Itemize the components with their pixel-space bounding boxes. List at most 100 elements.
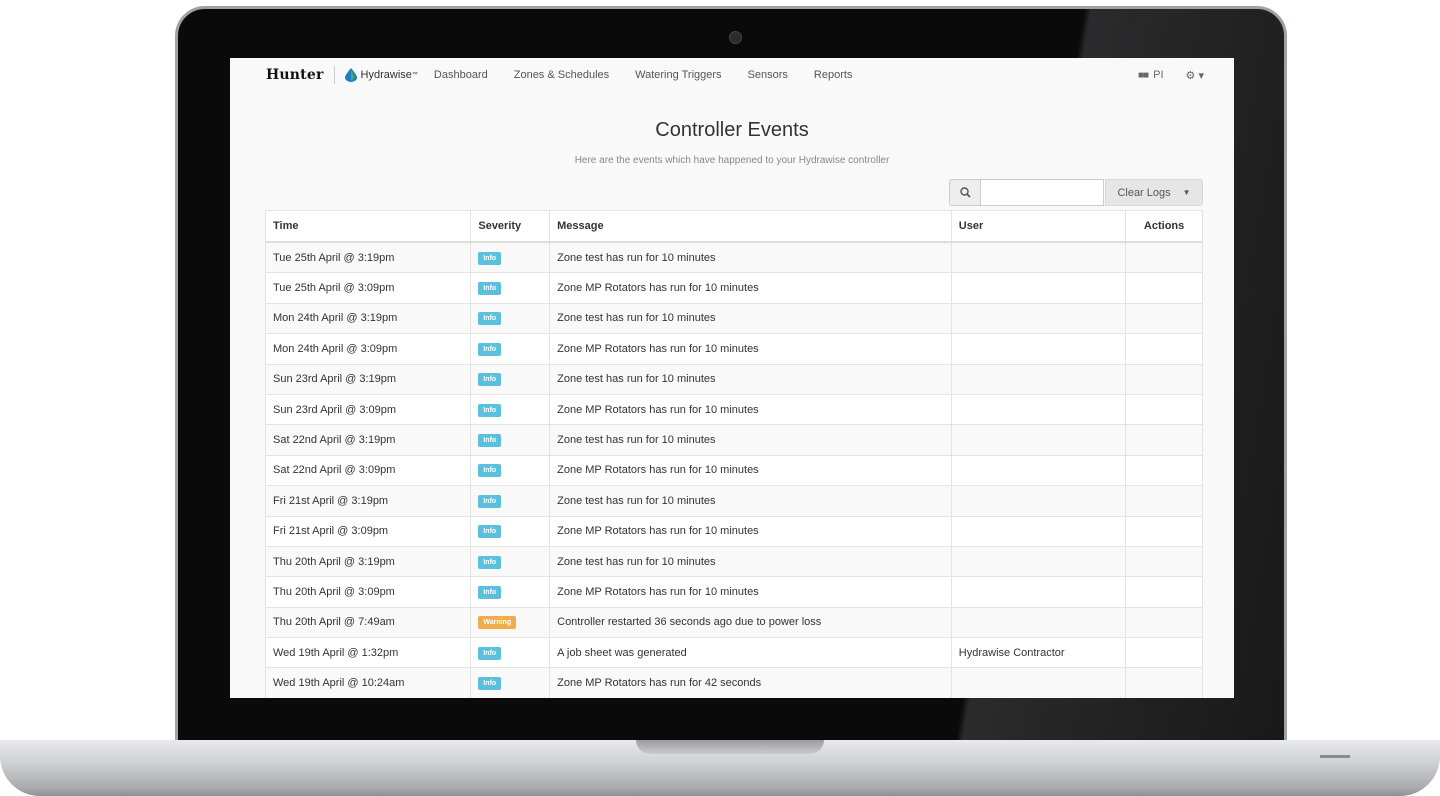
gears-icon: ⚙ — [1185, 69, 1196, 82]
severity-badge: Info — [478, 464, 502, 478]
settings-menu[interactable]: ⚙ ▾ — [1186, 69, 1204, 82]
nav-reports[interactable]: Reports — [814, 69, 853, 81]
cell-severity: Info — [470, 485, 551, 517]
table-row: Thu 20th April @ 3:09pm Info Zone MP Rotat… — [264, 576, 1203, 608]
table-row: Wed 19th April @ 10:24am Info Zone MP Rota… — [264, 667, 1203, 698]
cell-user — [950, 333, 1127, 365]
cell-message: Zone test has run for 10 minutes — [549, 545, 952, 578]
cell-user — [950, 485, 1127, 517]
laptop-notch — [636, 740, 824, 754]
nav-zones-schedules[interactable]: Zones & Schedules — [514, 69, 609, 81]
nav-watering-triggers[interactable]: Watering Triggers — [635, 69, 721, 81]
cell-user — [950, 576, 1127, 608]
cell-message: Zone MP Rotators has run for 10 minutes — [549, 515, 952, 547]
severity-badge: Info — [478, 312, 502, 326]
cell-actions — [1125, 272, 1203, 304]
status-light — [1320, 755, 1350, 758]
cell-severity: Info — [470, 454, 551, 487]
cell-actions — [1125, 241, 1203, 274]
cell-severity: Info — [470, 272, 551, 304]
cell-time: Fri 21st April @ 3:09pm — [264, 515, 472, 547]
header-user[interactable]: User — [950, 210, 1127, 243]
cell-severity: Info — [470, 576, 551, 608]
severity-badge: Info — [478, 525, 502, 539]
header-severity[interactable]: Severity — [470, 210, 551, 243]
severity-badge: Info — [478, 434, 502, 448]
cell-user — [950, 241, 1127, 274]
cell-message: Zone test has run for 10 minutes — [549, 424, 952, 456]
navbar-right: ■■ PI ⚙ ▾ — [1138, 69, 1234, 82]
table-row: Thu 20th April @ 7:49am Warning Controller… — [264, 606, 1203, 639]
severity-badge: Info — [478, 342, 502, 356]
header-time[interactable]: Time — [264, 210, 472, 243]
water-drop-icon — [344, 68, 357, 82]
cell-user — [950, 302, 1127, 335]
account-label: PI — [1153, 69, 1164, 81]
cell-message: Zone MP Rotators has run for 10 minutes — [549, 576, 952, 608]
search-input[interactable] — [980, 179, 1104, 206]
cell-actions — [1125, 637, 1203, 669]
cell-actions — [1125, 454, 1203, 487]
cell-time: Sat 22nd April @ 3:09pm — [264, 454, 472, 487]
clear-logs-label: Clear Logs — [1117, 186, 1171, 199]
severity-badge: Info — [478, 555, 502, 569]
cell-message: Zone MP Rotators has run for 10 minutes — [549, 333, 952, 365]
cell-user: Hydrawise Contractor — [950, 637, 1127, 669]
nav-sensors[interactable]: Sensors — [748, 69, 788, 81]
page-subtitle: Here are the events which have happened … — [574, 155, 890, 166]
cell-actions — [1125, 363, 1203, 395]
app-screen: Hunter Hydrawise ™ Dashboard Zones & Sche… — [230, 58, 1234, 698]
top-navbar: Hunter Hydrawise ™ Dashboard Zones & Sche… — [230, 58, 1234, 92]
cell-time: Thu 20th April @ 3:09pm — [264, 576, 472, 608]
brand-divider — [333, 66, 335, 84]
cell-actions — [1125, 424, 1203, 456]
cell-actions — [1125, 485, 1203, 517]
clear-logs-button[interactable]: Clear Logs ▼ — [1105, 179, 1203, 206]
chevron-down-icon: ▾ — [1198, 69, 1204, 82]
cell-time: Fri 21st April @ 3:19pm — [264, 485, 472, 517]
cell-severity: Info — [470, 302, 551, 335]
cell-time: Mon 24th April @ 3:19pm — [264, 302, 472, 335]
cell-actions — [1125, 667, 1203, 698]
table-row: Thu 20th April @ 3:19pm Info Zone test has… — [264, 545, 1203, 578]
severity-badge: Info — [478, 585, 502, 599]
cell-user — [950, 454, 1127, 487]
table-row: Wed 19th April @ 1:32pm Info A job sheet w… — [264, 637, 1203, 669]
table-row: Sat 22nd April @ 3:19pm Info Zone test has… — [264, 424, 1203, 456]
chevron-down-icon: ▼ — [1182, 188, 1191, 197]
cell-time: Tue 25th April @ 3:19pm — [264, 241, 472, 274]
hunter-logo[interactable]: Hunter — [266, 67, 324, 83]
cell-severity: Warning — [470, 606, 551, 639]
nav-dashboard[interactable]: Dashboard — [434, 69, 488, 81]
cell-actions — [1125, 545, 1203, 578]
trademark-mark: ™ — [411, 72, 418, 78]
table-row: Mon 24th April @ 3:09pm Info Zone MP Rotat… — [264, 333, 1203, 365]
cell-user — [950, 667, 1127, 698]
cell-user — [950, 272, 1127, 304]
search-icon — [949, 179, 980, 206]
cell-message: Zone test has run for 10 minutes — [549, 302, 952, 335]
severity-badge: Info — [478, 251, 502, 265]
severity-badge: Info — [478, 677, 502, 691]
header-message[interactable]: Message — [549, 210, 952, 243]
cell-time: Sun 23rd April @ 3:09pm — [264, 393, 472, 426]
cell-user — [950, 545, 1127, 578]
events-toolbar: Clear Logs ▼ — [949, 179, 1203, 206]
cell-severity: Info — [470, 393, 551, 426]
cell-message: Zone test has run for 10 minutes — [549, 363, 952, 395]
cell-severity: Info — [470, 667, 551, 698]
table-row: Fri 21st April @ 3:19pm Info Zone test has… — [264, 485, 1203, 517]
severity-badge: Info — [478, 494, 502, 508]
account-menu[interactable]: ■■ PI — [1138, 69, 1164, 81]
cell-user — [950, 515, 1127, 547]
table-row: Tue 25th April @ 3:09pm Info Zone MP Rotat… — [264, 272, 1203, 304]
cell-actions — [1125, 333, 1203, 365]
cell-message: Zone MP Rotators has run for 10 minutes — [549, 393, 952, 426]
table-row: Sun 23rd April @ 3:09pm Info Zone MP Rotat… — [264, 393, 1203, 426]
cell-time: Thu 20th April @ 3:19pm — [264, 545, 472, 578]
cell-user — [950, 424, 1127, 456]
severity-badge: Info — [478, 373, 502, 387]
events-table: Time Severity Message User Actions Tue 2… — [264, 210, 1203, 698]
cell-severity: Info — [470, 424, 551, 456]
hydrawise-logo[interactable]: Hydrawise ™ — [344, 68, 418, 82]
